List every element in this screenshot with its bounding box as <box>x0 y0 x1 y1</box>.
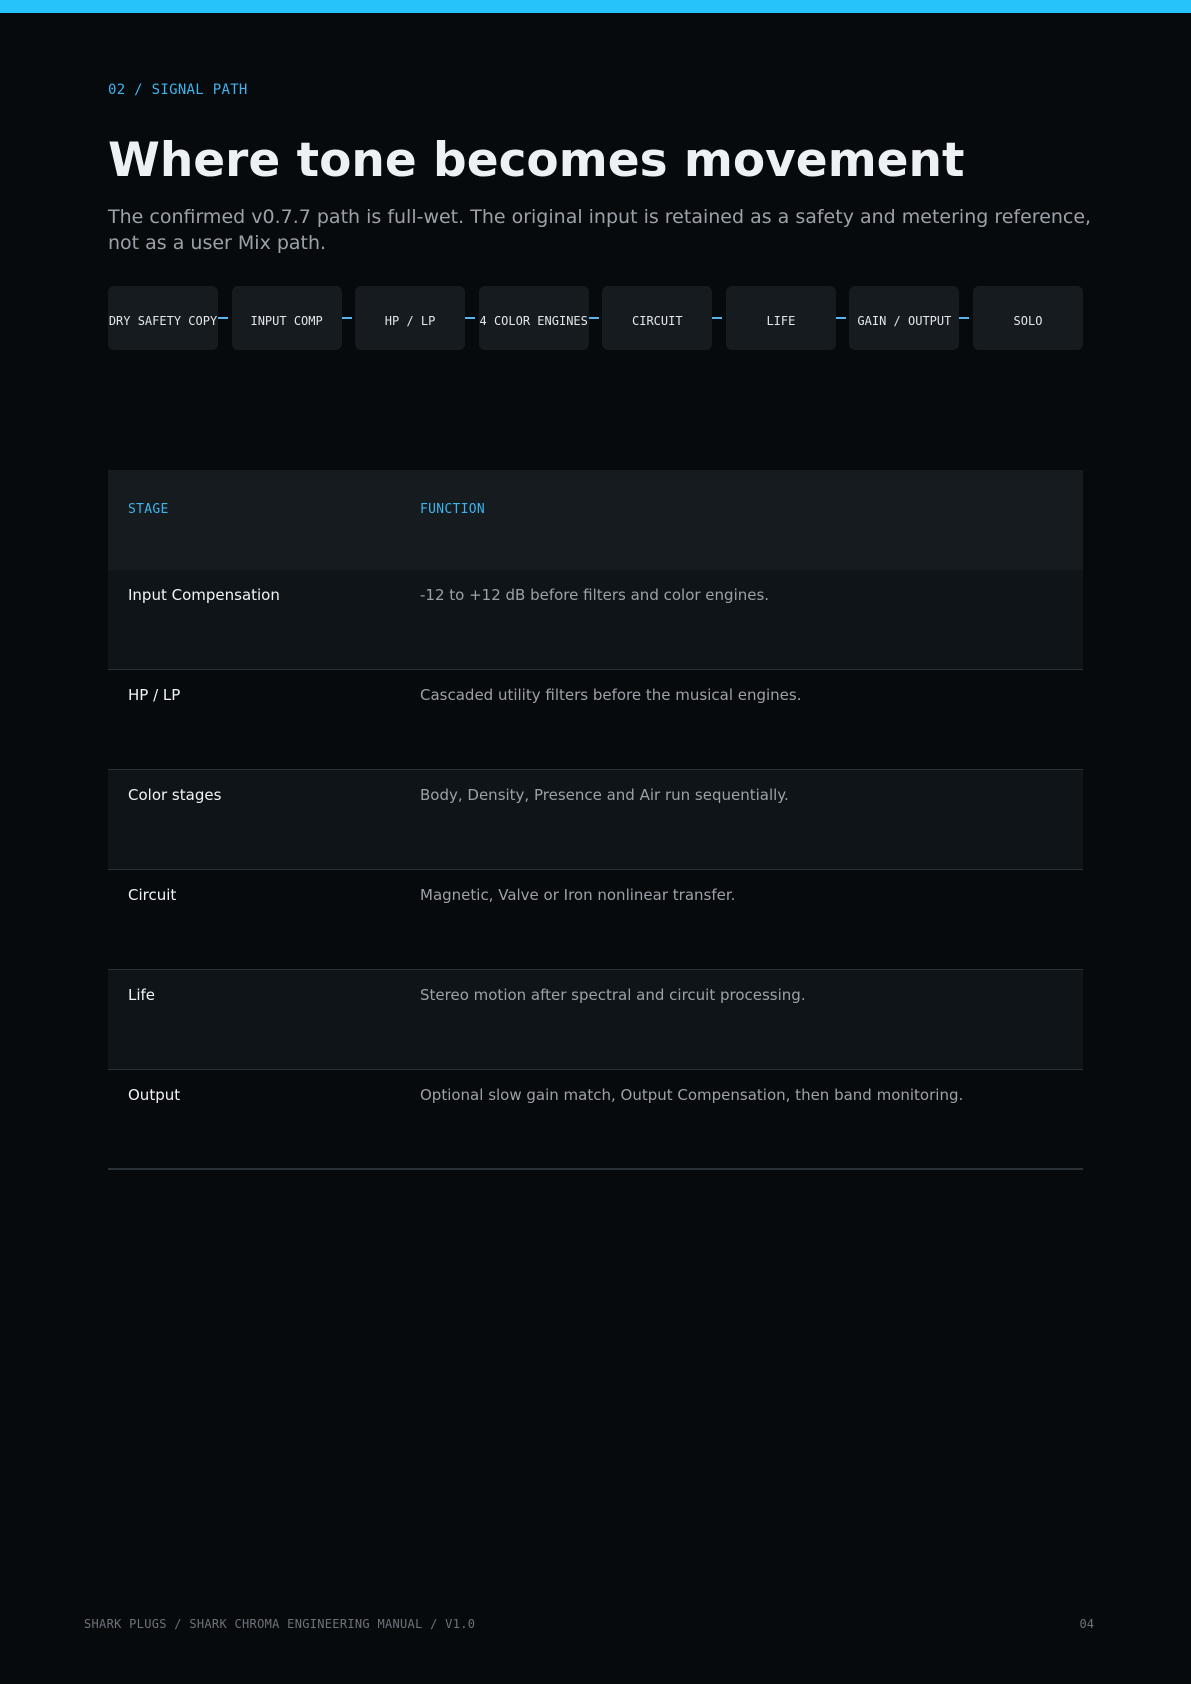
flow-connector <box>959 317 970 319</box>
flow-stage-dry-safety-copy: DRY SAFETY COPY <box>108 286 218 350</box>
table-row: Life Stereo motion after spectral and ci… <box>108 970 1083 1070</box>
function-cell: Stereo motion after spectral and circuit… <box>420 986 806 1004</box>
flow-stage-circuit: CIRCUIT <box>602 286 713 350</box>
flow-stage-solo: SOLO <box>973 286 1083 350</box>
function-cell: Body, Density, Presence and Air run sequ… <box>420 786 789 804</box>
stage-table: STAGE FUNCTION Input Compensation -12 to… <box>108 470 1083 1170</box>
stage-cell: Circuit <box>128 886 177 904</box>
function-cell: -12 to +12 dB before filters and color e… <box>420 586 770 604</box>
flow-connector <box>712 317 723 319</box>
flow-stage-input-comp: INPUT COMP <box>231 286 342 350</box>
flow-stage-color-engines: 4 COLOR ENGINES <box>478 286 589 350</box>
flow-connector <box>588 317 599 319</box>
stage-cell: Life <box>128 986 156 1004</box>
function-cell: Magnetic, Valve or Iron nonlinear transf… <box>420 886 736 904</box>
stage-cell: Input Compensation <box>128 586 280 604</box>
column-header-stage: STAGE <box>128 502 169 517</box>
table-header: STAGE FUNCTION <box>108 470 1083 570</box>
table-row: Output Optional slow gain match, Output … <box>108 1070 1083 1170</box>
flow-stage-life: LIFE <box>725 286 836 350</box>
table-row: Color stages Body, Density, Presence and… <box>108 770 1083 870</box>
function-cell: Optional slow gain match, Output Compens… <box>420 1086 964 1104</box>
flow-connector <box>218 317 228 319</box>
column-header-function: FUNCTION <box>420 502 486 517</box>
stage-cell: HP / LP <box>128 686 181 704</box>
table-row: Circuit Magnetic, Valve or Iron nonlinea… <box>108 870 1083 970</box>
stage-cell: Color stages <box>128 786 222 804</box>
page-title: Where tone becomes movement <box>108 133 965 188</box>
signal-flow: DRY SAFETY COPY INPUT COMP HP / LP 4 COL… <box>108 286 1083 350</box>
page-number: 04 <box>1079 1617 1094 1631</box>
section-label: 02 / SIGNAL PATH <box>108 82 248 98</box>
stage-cell: Output <box>128 1086 181 1104</box>
table-row: Input Compensation -12 to +12 dB before … <box>108 570 1083 670</box>
flow-connector <box>835 317 846 319</box>
function-cell: Cascaded utility filters before the musi… <box>420 686 802 704</box>
footer-document-label: SHARK PLUGS / SHARK CHROMA ENGINEERING M… <box>84 1617 476 1631</box>
flow-connector <box>341 317 352 319</box>
flow-stage-hp-lp: HP / LP <box>355 286 466 350</box>
top-accent-bar <box>0 0 1191 13</box>
page-subtitle: The confirmed v0.7.7 path is full-wet. T… <box>108 206 1092 254</box>
table-row: HP / LP Cascaded utility filters before … <box>108 670 1083 770</box>
flow-connector <box>465 317 476 319</box>
flow-stage-gain-output: GAIN / OUTPUT <box>849 286 960 350</box>
